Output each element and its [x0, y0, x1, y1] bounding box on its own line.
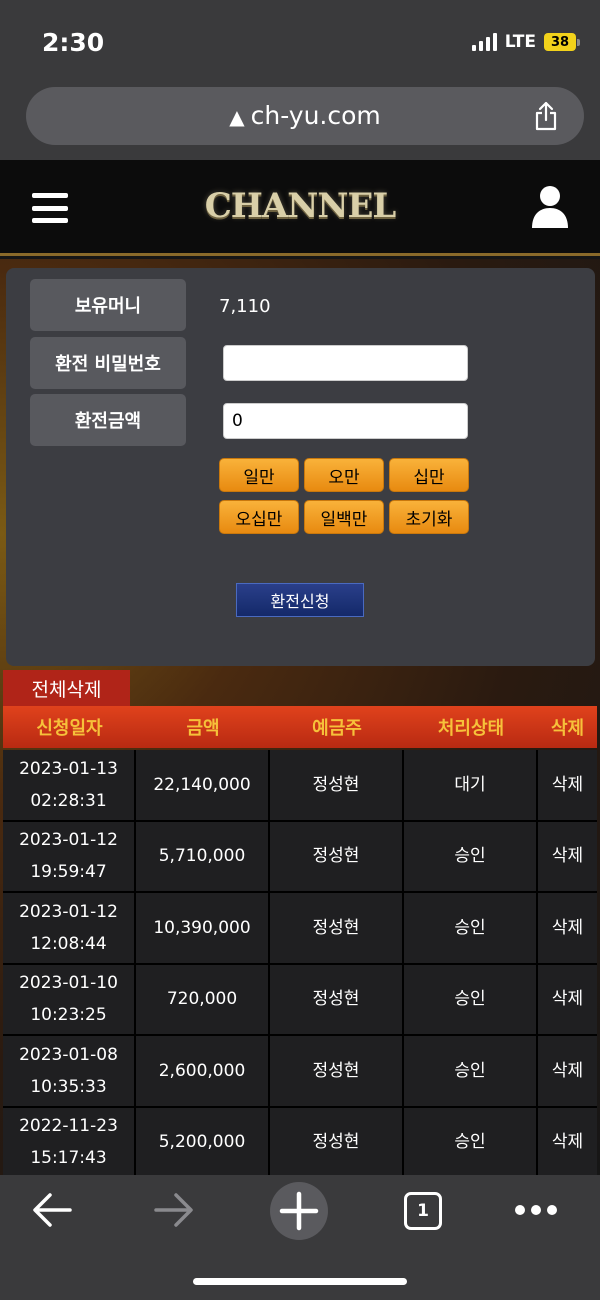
cell-date: 2022-11-23 15:17:43 [3, 1107, 136, 1179]
browser-url-bar: ▲ ch-yu.com [0, 84, 600, 160]
cell-date: 2023-01-08 10:35:33 [3, 1036, 136, 1108]
row-delete-button[interactable]: 삭제 [538, 1107, 597, 1179]
browser-toolbar: 1 [0, 1175, 600, 1300]
cell-holder: 정성현 [270, 893, 404, 965]
status-indicators: LTE 38 [471, 32, 580, 52]
table-row: 2023-01-13 02:28:31 22,140,000 정성현 대기 삭제 [3, 750, 597, 822]
amount-500k-button[interactable]: 오십만 [219, 500, 299, 534]
status-bar: 2:30 LTE 38 [0, 0, 600, 84]
date-text: 2023-01-13 [19, 758, 118, 779]
home-indicator [193, 1278, 407, 1285]
cell-amount: 2,600,000 [136, 1036, 270, 1108]
history-table: 2023-01-13 02:28:31 22,140,000 정성현 대기 삭제 … [3, 750, 597, 1179]
time-text: 19:59:47 [30, 862, 107, 883]
url-display[interactable]: ▲ ch-yu.com [26, 101, 584, 130]
row-delete-button[interactable]: 삭제 [538, 821, 597, 893]
amount-1m-button[interactable]: 일백만 [304, 500, 384, 534]
amount-50k-button[interactable]: 오만 [304, 458, 384, 492]
exchange-panel: 보유머니 7,110 환전 비밀번호 환전금액 일만 오만 십만 오십만 일백만… [6, 268, 595, 666]
amount-10k-button[interactable]: 일만 [219, 458, 299, 492]
back-arrow-icon[interactable] [32, 1192, 72, 1228]
cell-amount: 5,710,000 [136, 821, 270, 893]
cell-date: 2023-01-10 10:23:25 [3, 964, 136, 1036]
cell-status: 대기 [404, 750, 538, 822]
balance-value: 7,110 [219, 296, 271, 317]
table-row: 2023-01-08 10:35:33 2,600,000 정성현 승인 삭제 [3, 1036, 597, 1108]
exchange-submit-button[interactable]: 환전신청 [236, 583, 364, 617]
header-amount: 금액 [186, 718, 220, 739]
channel-logo[interactable]: CHANNEL [0, 186, 600, 226]
cell-date: 2023-01-12 19:59:47 [3, 821, 136, 893]
balance-label: 보유머니 [30, 279, 186, 331]
amount-input[interactable] [223, 403, 468, 439]
cell-status: 승인 [404, 1036, 538, 1108]
table-row: 2023-01-10 10:23:25 720,000 정성현 승인 삭제 [3, 964, 597, 1036]
cell-status: 승인 [404, 1107, 538, 1179]
app-header: CHANNEL [0, 160, 600, 256]
time-text: 10:35:33 [30, 1076, 107, 1097]
time-text: 15:17:43 [30, 1148, 107, 1169]
row-delete-button[interactable]: 삭제 [538, 750, 597, 822]
amount-100k-button[interactable]: 십만 [389, 458, 469, 492]
delete-all-button[interactable]: 전체삭제 [3, 670, 130, 706]
cell-amount: 720,000 [136, 964, 270, 1036]
cell-date: 2023-01-13 02:28:31 [3, 750, 136, 822]
tabs-count-button[interactable]: 1 [404, 1192, 442, 1230]
table-row: 2023-01-12 19:59:47 5,710,000 정성현 승인 삭제 [3, 821, 597, 893]
warning-icon: ▲ [229, 105, 245, 129]
row-delete-button[interactable]: 삭제 [538, 893, 597, 965]
table-row: 2022-11-23 15:17:43 5,200,000 정성현 승인 삭제 [3, 1107, 597, 1179]
reset-button[interactable]: 초기화 [389, 500, 469, 534]
user-icon[interactable] [530, 184, 570, 230]
password-input[interactable] [223, 345, 468, 381]
date-text: 2023-01-12 [19, 830, 118, 851]
forward-arrow-icon[interactable] [154, 1192, 194, 1228]
cell-amount: 22,140,000 [136, 750, 270, 822]
table-header: 신청일자 금액 예금주 처리상태 삭제 [3, 706, 597, 748]
table-row: 2023-01-12 12:08:44 10,390,000 정성현 승인 삭제 [3, 893, 597, 965]
share-icon[interactable] [534, 101, 558, 131]
cell-holder: 정성현 [270, 1036, 404, 1108]
cell-holder: 정성현 [270, 964, 404, 1036]
date-text: 2023-01-08 [19, 1044, 118, 1065]
cell-holder: 정성현 [270, 821, 404, 893]
cell-status: 승인 [404, 964, 538, 1036]
signal-icon [471, 33, 497, 51]
url-text: ch-yu.com [250, 101, 381, 130]
network-type: LTE [504, 32, 536, 52]
address-field[interactable]: ▲ ch-yu.com [26, 87, 584, 145]
header-delete: 삭제 [550, 718, 585, 739]
amount-label: 환전금액 [30, 394, 186, 446]
cell-status: 승인 [404, 893, 538, 965]
time-text: 12:08:44 [30, 933, 107, 954]
time-text: 10:23:25 [30, 1005, 107, 1026]
header-holder: 예금주 [312, 718, 362, 739]
new-tab-button[interactable] [270, 1182, 328, 1240]
cell-date: 2023-01-12 12:08:44 [3, 893, 136, 965]
row-delete-button[interactable]: 삭제 [538, 1036, 597, 1108]
date-text: 2022-11-23 [19, 1116, 118, 1137]
cell-amount: 10,390,000 [136, 893, 270, 965]
date-text: 2023-01-12 [19, 901, 118, 922]
row-delete-button[interactable]: 삭제 [538, 964, 597, 1036]
plus-icon [279, 1191, 319, 1231]
time-text: 02:28:31 [30, 790, 107, 811]
status-time: 2:30 [42, 28, 105, 57]
cell-amount: 5,200,000 [136, 1107, 270, 1179]
battery-icon: 38 [544, 33, 580, 51]
cell-status: 승인 [404, 821, 538, 893]
header-status: 처리상태 [437, 718, 505, 739]
more-options-icon[interactable] [515, 1205, 557, 1215]
battery-level: 38 [544, 33, 576, 51]
date-text: 2023-01-10 [19, 973, 118, 994]
header-date: 신청일자 [36, 718, 103, 739]
password-label: 환전 비밀번호 [30, 337, 186, 389]
cell-holder: 정성현 [270, 1107, 404, 1179]
cell-holder: 정성현 [270, 750, 404, 822]
